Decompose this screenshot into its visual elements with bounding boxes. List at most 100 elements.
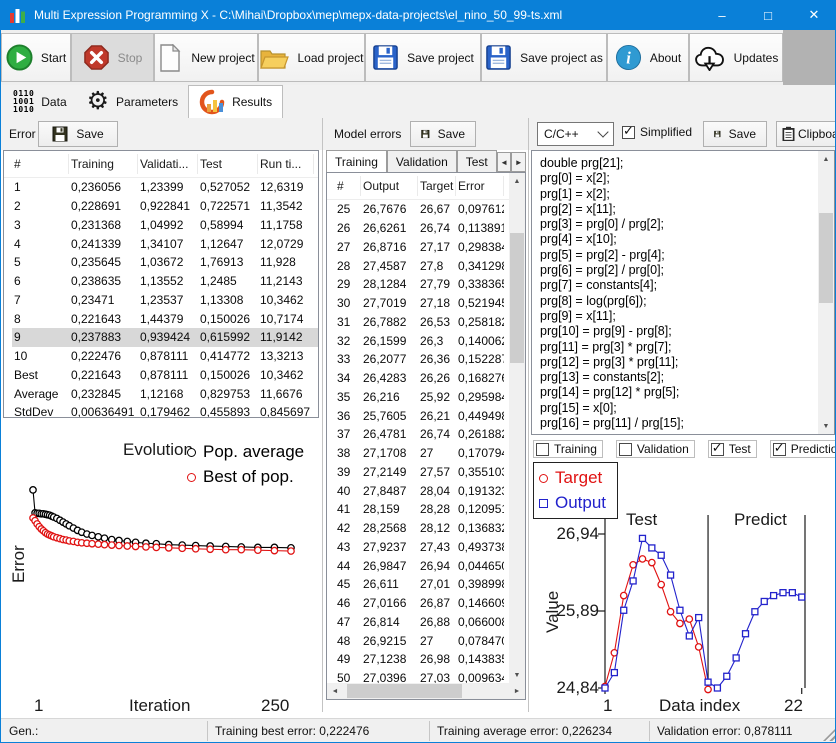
table-row[interactable]: 2526,767626,670,097612	[335, 200, 525, 219]
column-header[interactable]: #	[335, 176, 361, 196]
filter-predictions[interactable]: ✓ Predictions	[770, 440, 836, 458]
new-project-button[interactable]: New project	[154, 33, 258, 82]
scrollbar-thumb[interactable]	[510, 233, 524, 363]
table-row[interactable]: 60,2386351,135521,248511,2143	[12, 272, 318, 291]
table-cell: 0,170794	[456, 446, 504, 460]
scroll-up-icon[interactable]: ▲	[818, 151, 834, 167]
column-header[interactable]: Run ti...	[258, 154, 314, 174]
table-row[interactable]: Average0,2328451,121680,82975311,6676	[12, 384, 318, 403]
scroll-left-icon[interactable]: ◄	[327, 683, 343, 699]
code-save-button[interactable]: Save	[703, 121, 767, 147]
column-header[interactable]: #	[12, 154, 69, 174]
resize-grip[interactable]	[823, 729, 835, 741]
table-row[interactable]: StdDev0,006364910,1794620,4558930,845697	[12, 403, 318, 418]
load-project-button[interactable]: Load project	[258, 33, 365, 82]
table-row[interactable]: 4128,15928,280,120951	[335, 500, 525, 519]
table-row[interactable]: 80,2216431,443790,15002610,7174	[12, 309, 318, 328]
table-row[interactable]: 30,2313681,049920,5899411,1758	[12, 216, 318, 235]
scrollbar-thumb[interactable]	[347, 684, 462, 698]
table-row[interactable]: 2928,128427,790,338365	[335, 275, 525, 294]
table-row[interactable]: 100,2224760,8781110,41477213,3213	[12, 347, 318, 366]
start-button[interactable]: Start	[1, 33, 71, 82]
tab-results[interactable]: Results	[188, 85, 283, 118]
status-separator	[649, 721, 650, 741]
scrollbar-thumb[interactable]	[819, 213, 833, 303]
vertical-scrollbar[interactable]: ▲ ▼	[818, 151, 834, 434]
filter-validation[interactable]: ✓ Validation	[616, 440, 695, 458]
table-row[interactable]: 10,2360561,233990,52705212,6319	[12, 178, 318, 197]
clipboard-button[interactable]: Clipboard	[776, 121, 836, 147]
horizontal-scrollbar[interactable]: ◄ ►	[327, 683, 525, 699]
code-panel[interactable]: double prg[21];prg[0] = x[2];prg[1] = x[…	[531, 150, 835, 435]
table-cell: 32	[335, 334, 361, 348]
tab-training[interactable]: Training	[326, 150, 387, 172]
table-row[interactable]: 4327,923727,430,493738	[335, 538, 525, 557]
column-header[interactable]: Test	[198, 154, 258, 174]
table-row[interactable]: 3625,760526,210,449498	[335, 406, 525, 425]
error-save-button[interactable]: Save	[38, 121, 118, 147]
save-project-button[interactable]: Save project	[365, 33, 481, 82]
table-row[interactable]: 3226,159926,30,140062	[335, 331, 525, 350]
table-row[interactable]: 3726,478126,740,261882	[335, 425, 525, 444]
maximize-button[interactable]: □	[745, 0, 791, 30]
table-row[interactable]: 4027,848728,040,191323	[335, 481, 525, 500]
table-row[interactable]: 3326,207726,360,152287	[335, 350, 525, 369]
simplified-checkbox[interactable]: ✓ Simplified	[620, 124, 697, 140]
table-row[interactable]: 40,2413391,341071,1264712,0729	[12, 234, 318, 253]
column-header[interactable]: Output	[361, 176, 418, 196]
language-select[interactable]: C/C++	[537, 122, 614, 146]
table-row[interactable]: 4726,81426,880,066008	[335, 613, 525, 632]
table-row[interactable]: 2726,871627,170,298384	[335, 238, 525, 257]
model-errors-save-button[interactable]: Save	[410, 121, 476, 147]
table-row[interactable]: 4826,9215270,078470	[335, 631, 525, 650]
table-row[interactable]: 2827,458727,80,341298	[335, 256, 525, 275]
vertical-scrollbar[interactable]: ▲ ▼	[509, 173, 525, 683]
square-marker	[789, 590, 795, 596]
close-button[interactable]: ✕	[791, 0, 836, 30]
table-row[interactable]: 3827,1708270,170794	[335, 444, 525, 463]
table-row[interactable]: 3126,788226,530,258182	[335, 313, 525, 332]
table-cell: 0,261882	[456, 427, 504, 441]
error-table[interactable]: #TrainingValidati...TestRun ti... 10,236…	[3, 150, 319, 418]
updates-button[interactable]: Updates	[689, 33, 783, 82]
minimize-button[interactable]: –	[699, 0, 745, 30]
scroll-up-icon[interactable]: ▲	[509, 173, 525, 189]
table-row[interactable]: Best0,2216430,8781110,15002610,3462	[12, 366, 318, 385]
filter-training[interactable]: ✓ Training	[533, 440, 603, 458]
about-button[interactable]: i About	[607, 33, 689, 82]
circle-marker	[677, 620, 683, 626]
column-header[interactable]: Error	[456, 176, 504, 196]
column-header[interactable]: Target	[418, 176, 456, 196]
filter-test[interactable]: ✓ Test	[708, 440, 757, 458]
tab-parameters[interactable]: ⚙ Parameters	[77, 86, 188, 117]
model-errors-table[interactable]: #OutputTargetError 2526,767626,670,09761…	[326, 172, 526, 700]
table-row[interactable]: 3027,701927,180,521945	[335, 294, 525, 313]
scroll-right-icon[interactable]: ►	[509, 683, 525, 699]
table-row[interactable]: 90,2378830,9394240,61599211,9142	[12, 328, 318, 347]
tab-scroll-right-button[interactable]: ►	[511, 152, 526, 172]
column-header[interactable]: Validati...	[138, 154, 198, 174]
tab-test[interactable]: Test	[457, 150, 497, 172]
code-line: prg[1] = x[2];	[540, 187, 816, 202]
scroll-down-icon[interactable]: ▼	[818, 418, 834, 434]
table-row[interactable]: 4927,123826,980,143835	[335, 650, 525, 669]
tab-data[interactable]: 0110 1001 1010 Data	[3, 86, 77, 117]
table-row[interactable]: 4426,984726,940,044650	[335, 556, 525, 575]
tab-validation[interactable]: Validation	[387, 150, 457, 172]
column-header[interactable]: Training	[69, 154, 138, 174]
tab-scroll-left-button[interactable]: ◄	[497, 152, 512, 172]
table-cell: 1,2485	[198, 274, 258, 288]
table-row[interactable]: 4526,61127,010,398998	[335, 575, 525, 594]
table-row[interactable]: 70,234711,235371,1330810,3462	[12, 291, 318, 310]
table-row[interactable]: 3927,214927,570,355103	[335, 463, 525, 482]
circle-marker	[255, 547, 261, 553]
table-row[interactable]: 20,2286910,9228410,72257111,3542	[12, 197, 318, 216]
table-row[interactable]: 4228,256828,120,136832	[335, 519, 525, 538]
scroll-down-icon[interactable]: ▼	[509, 667, 525, 683]
table-row[interactable]: 3426,428326,260,168276	[335, 369, 525, 388]
save-project-as-button[interactable]: Save project as	[481, 33, 607, 82]
table-row[interactable]: 2626,626126,740,113891	[335, 219, 525, 238]
table-row[interactable]: 4627,016626,870,146609	[335, 594, 525, 613]
table-row[interactable]: 3526,21625,920,295984	[335, 388, 525, 407]
table-row[interactable]: 50,2356451,036721,7691311,928	[12, 253, 318, 272]
